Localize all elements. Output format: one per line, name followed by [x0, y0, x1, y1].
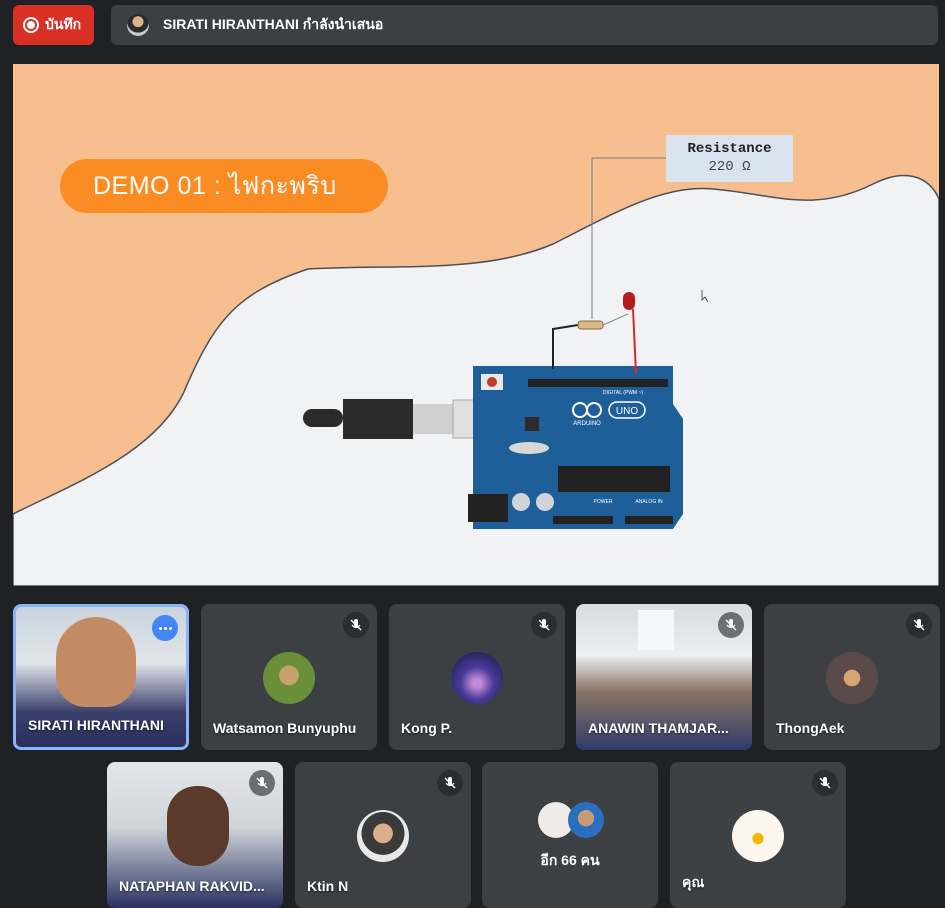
resistance-title: Resistance: [687, 141, 772, 157]
mic-off-icon: [437, 770, 463, 796]
board-brand: UNO: [616, 406, 638, 417]
resistance-label: Resistance 220 Ω: [666, 135, 793, 182]
more-participants-tile[interactable]: อีก 66 คน: [482, 762, 658, 908]
digital-label: DIGITAL (PWM ~): [603, 390, 643, 396]
record-icon: [23, 17, 39, 33]
mic-off-icon: [812, 770, 838, 796]
participant-face: [56, 617, 136, 707]
participant-name: Ktin N: [307, 878, 349, 894]
more-options-icon[interactable]: [152, 615, 178, 641]
avatar: [451, 652, 503, 704]
participant-name: SIRATI HIRANTHANI: [28, 717, 164, 733]
participant-tile[interactable]: Kong P.: [389, 604, 565, 750]
participant-tile[interactable]: ThongAek: [764, 604, 940, 750]
mic-off-icon: [343, 612, 369, 638]
participant-name: Watsamon Bunyuphu: [213, 720, 357, 736]
participant-name: ANAWIN THAMJAR...: [588, 720, 729, 736]
resistance-value: 220 Ω: [708, 159, 751, 175]
more-participants-count: อีก 66 คน: [540, 852, 600, 868]
participant-face: [167, 786, 229, 866]
presenting-text: SIRATI HIRANTHANI กำลังนำเสนอ: [163, 16, 384, 32]
resistor[interactable]: [577, 320, 604, 330]
participant-tile[interactable]: Ktin N: [295, 762, 471, 908]
participant-name: คุณ: [682, 874, 705, 890]
analog-label: ANALOG IN: [635, 499, 663, 505]
record-label: บันทึก: [45, 16, 82, 32]
mic-off-icon: [249, 770, 275, 796]
demo-title: DEMO 01 : ไฟกะพริบ: [60, 159, 388, 213]
led[interactable]: [623, 292, 635, 310]
power-label: POWER: [594, 499, 613, 505]
participant-name: ThongAek: [776, 720, 845, 736]
participant-tile[interactable]: ANAWIN THAMJAR...: [576, 604, 752, 750]
participant-name: Kong P.: [401, 720, 453, 736]
participant-tile[interactable]: NATAPHAN RAKVID...: [107, 762, 283, 908]
participant-tile[interactable]: คุณ: [670, 762, 846, 908]
avatar: [568, 802, 604, 838]
top-bar: บันทึก SIRATI HIRANTHANI กำลังนำเสนอ: [0, 0, 945, 52]
avatar: [826, 652, 878, 704]
mic-off-icon: [906, 612, 932, 638]
record-button[interactable]: บันทึก: [13, 5, 94, 45]
mic-off-icon: [531, 612, 557, 638]
presenting-banner: SIRATI HIRANTHANI กำลังนำเสนอ: [111, 5, 938, 45]
participant-tile[interactable]: Watsamon Bunyuphu: [201, 604, 377, 750]
ceiling-light: [638, 610, 674, 650]
avatar: [732, 810, 784, 862]
board-name: ARDUINO: [573, 421, 601, 427]
presenter-avatar: [127, 14, 149, 36]
participant-tile[interactable]: SIRATI HIRANTHANI: [13, 604, 189, 750]
shared-screen: UNO ARDUINO DIGITAL (PWM ~) POWER ANALOG…: [13, 64, 939, 586]
avatar: [263, 652, 315, 704]
mic-off-icon: [718, 612, 744, 638]
circuit-canvas: UNO ARDUINO DIGITAL (PWM ~) POWER ANALOG…: [13, 157, 939, 586]
participant-name: NATAPHAN RAKVID...: [119, 878, 265, 894]
avatar: [357, 810, 409, 862]
